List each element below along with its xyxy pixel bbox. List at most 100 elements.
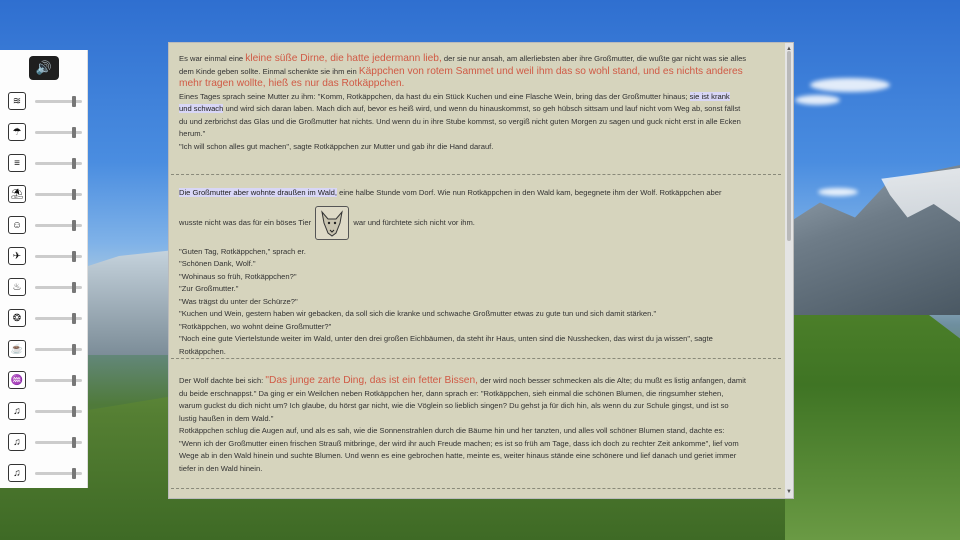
- cloud: [810, 78, 890, 92]
- dialogue-line: "Rotkäppchen, wo wohnt deine Großmutter?…: [179, 321, 332, 331]
- music-note-icon[interactable]: ♫: [8, 433, 26, 451]
- mountain: [85, 250, 170, 355]
- speaker-icon: 🔊: [35, 60, 53, 75]
- story-text: Eines Tages sprach seine Mutter zu ihm: …: [179, 91, 690, 101]
- emphasized-text[interactable]: kleine süße Dirne, die hatte jedermann l…: [245, 53, 442, 64]
- volume-slider-knob[interactable]: [71, 189, 76, 200]
- paragraph-body: du beide erschnappst." Da ging er ein We…: [179, 388, 779, 476]
- story-line: Rotkäppchen schlug die Augen auf, und al…: [179, 426, 725, 435]
- emphasized-text[interactable]: mehr tragen wollte, hieß es nur das Rotk…: [179, 78, 404, 89]
- story-line: warum guckst du dich nicht um? Ich glaub…: [179, 401, 729, 410]
- volume-slider[interactable]: [35, 220, 82, 231]
- story-text: eine halbe Stunde vom Dorf. Wie nun Rotk…: [336, 188, 722, 197]
- dialogue-line: "Kuchen und Wein, gestern haben wir geba…: [179, 309, 657, 318]
- story-text: der sie nur ansah, am allerliebsten aber…: [441, 54, 747, 63]
- story-panel[interactable]: Es war einmal eine kleine süße Dirne, di…: [168, 42, 794, 499]
- dialogue-line: "Zur Großmutter.": [179, 284, 239, 293]
- highlighted-text[interactable]: sie ist krank: [689, 91, 730, 101]
- story-line: "Wenn ich der Großmutter einen frischen …: [179, 438, 739, 448]
- mixer-track: ☂: [0, 121, 87, 145]
- volume-slider[interactable]: [35, 313, 82, 324]
- flame-icon[interactable]: ❂: [8, 309, 26, 327]
- scrollbar-thumb[interactable]: [787, 51, 791, 241]
- volume-slider-knob[interactable]: [71, 96, 76, 107]
- volume-slider[interactable]: [35, 344, 82, 355]
- mixer-track: ❂: [0, 307, 87, 331]
- story-text: und wird sich daran laben. Mach dich auf…: [223, 104, 741, 113]
- fire-icon[interactable]: ♨: [8, 278, 26, 296]
- story-text: Es war einmal eine: [179, 54, 246, 63]
- sound-mixer-panel: 🔊 ≋ ☂ ≡ ⛱ ☺ ✈ ♨ ❂ ☕ ♒ ♫ ♫ ♫: [0, 50, 88, 488]
- volume-slider[interactable]: [35, 282, 82, 293]
- story-text: du und zerbrichst das Glas und die Großm…: [179, 116, 741, 126]
- volume-slider-knob[interactable]: [71, 406, 76, 417]
- music-note-icon[interactable]: ♫: [8, 464, 26, 482]
- volume-slider[interactable]: [35, 96, 82, 107]
- highlighted-text[interactable]: Die Großmutter aber wohnte draußen im Wa…: [179, 188, 337, 197]
- cloud: [795, 95, 840, 105]
- volume-slider-knob[interactable]: [71, 344, 76, 355]
- volume-slider-knob[interactable]: [71, 468, 76, 479]
- mixer-track: ♫: [0, 400, 87, 424]
- story-text: Der Wolf dachte bei sich:: [179, 376, 266, 385]
- wind-icon[interactable]: ≋: [8, 92, 26, 110]
- rain-cloud-icon[interactable]: ☂: [8, 123, 26, 141]
- story-line: du beide erschnappst." Da ging er ein We…: [179, 388, 724, 398]
- wolf-image[interactable]: [315, 205, 350, 240]
- story-line: Wege ab in den Wald hinein und suchte Bl…: [179, 451, 737, 460]
- divider: [171, 488, 781, 489]
- scroll-down-icon[interactable]: ▼: [786, 486, 792, 499]
- volume-slider-knob[interactable]: [71, 437, 76, 448]
- volume-slider[interactable]: [35, 189, 82, 200]
- dialogue-line: "Wohinaus so früh, Rotkäppchen?": [179, 271, 297, 281]
- dialogue-line: "Schönen Dank, Wolf.": [179, 259, 256, 268]
- volume-slider[interactable]: [35, 375, 82, 386]
- volume-slider[interactable]: [35, 406, 82, 417]
- volume-slider[interactable]: [35, 468, 82, 479]
- volume-slider-knob[interactable]: [71, 375, 76, 386]
- story-line: lustig haußen in dem Wald.": [179, 413, 274, 423]
- waves-icon[interactable]: ≡: [8, 154, 26, 172]
- volume-slider-knob[interactable]: [71, 158, 76, 169]
- volume-slider-knob[interactable]: [71, 220, 76, 231]
- volume-slider[interactable]: [35, 158, 82, 169]
- cloud: [818, 188, 858, 196]
- story-text: dem Kinde geben sollte. Einmal schenkte …: [179, 66, 359, 76]
- story-text: der wird noch besser schmecken als die A…: [477, 376, 746, 385]
- mixer-track: ♒: [0, 369, 87, 393]
- volume-slider-knob[interactable]: [71, 282, 76, 293]
- story-line: tiefer in den Wald hinein.: [179, 463, 263, 473]
- paragraph-3: Der Wolf dachte bei sich: "Das junge zar…: [179, 375, 779, 475]
- divider: [171, 174, 781, 175]
- music-note-icon[interactable]: ♫: [8, 402, 26, 420]
- divider: [171, 358, 781, 359]
- lungs-icon[interactable]: ♒: [8, 371, 26, 389]
- mixer-track: ≋: [0, 90, 87, 114]
- paragraph-1: Es war einmal eine kleine süße Dirne, di…: [179, 53, 779, 153]
- emphasized-text[interactable]: "Das junge zarte Ding, das ist ein fette…: [265, 375, 478, 386]
- mixer-track: ♨: [0, 276, 87, 300]
- mixer-track: ☺: [0, 214, 87, 238]
- dialogue-line: "Was trägst du unter der Schürze?": [179, 296, 298, 306]
- volume-slider-knob[interactable]: [71, 251, 76, 262]
- story-text: herum.": [179, 129, 206, 138]
- highlighted-text[interactable]: und schwach: [179, 104, 224, 113]
- paragraph-2: Die Großmutter aber wohnte draußen im Wa…: [179, 187, 779, 358]
- scrollbar[interactable]: ▲ ▼: [785, 43, 793, 498]
- mixer-track: ⛱: [0, 183, 87, 207]
- story-text: war und fürchtete sich nicht vor ihm.: [353, 217, 475, 227]
- dialogue: "Guten Tag, Rotkäppchen," sprach er. "Sch…: [179, 246, 779, 359]
- volume-slider[interactable]: [35, 437, 82, 448]
- mixer-track: ♫: [0, 431, 87, 455]
- master-volume-button[interactable]: 🔊: [29, 56, 59, 80]
- story-text: wusste nicht was das für ein böses Tier: [179, 217, 312, 227]
- bird-icon[interactable]: ✈: [8, 247, 26, 265]
- volume-slider[interactable]: [35, 127, 82, 138]
- coffee-cup-icon[interactable]: ☕: [8, 340, 26, 358]
- volume-slider[interactable]: [35, 251, 82, 262]
- people-icon[interactable]: ☺: [8, 216, 26, 234]
- emphasized-text[interactable]: Käppchen von rotem Sammet und weil ihm d…: [359, 66, 743, 77]
- volume-slider-knob[interactable]: [71, 313, 76, 324]
- beach-umbrella-icon[interactable]: ⛱: [8, 185, 26, 203]
- volume-slider-knob[interactable]: [71, 127, 76, 138]
